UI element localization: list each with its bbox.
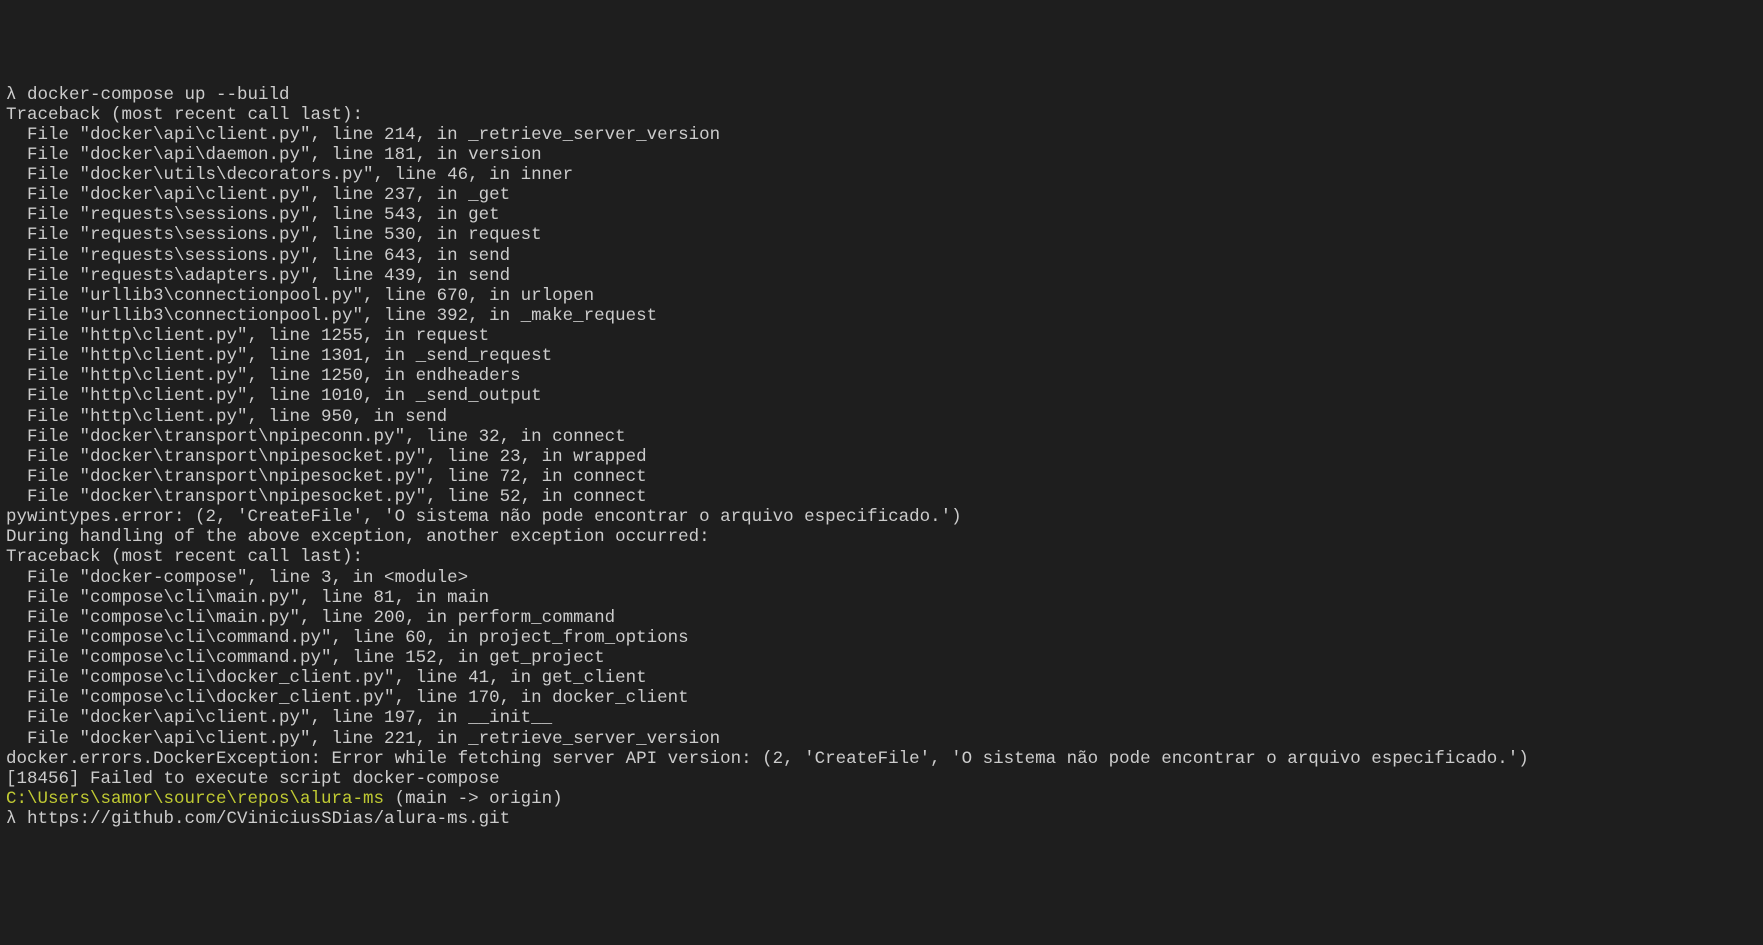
traceback-line: File "urllib3\connectionpool.py", line 3… xyxy=(6,306,1757,326)
traceback-line: File "docker\api\client.py", line 237, i… xyxy=(6,185,1757,205)
command-text: docker-compose up --build xyxy=(27,85,290,105)
traceback-line: File "docker\api\client.py", line 197, i… xyxy=(6,708,1757,728)
traceback-line: File "requests\adapters.py", line 439, i… xyxy=(6,266,1757,286)
traceback-line: File "http\client.py", line 1255, in req… xyxy=(6,326,1757,346)
traceback-line: File "compose\cli\docker_client.py", lin… xyxy=(6,668,1757,688)
traceback-line: File "docker\api\client.py", line 221, i… xyxy=(6,729,1757,749)
traceback-line: File "docker\api\daemon.py", line 181, i… xyxy=(6,145,1757,165)
exception-header: During handling of the above exception, … xyxy=(6,527,1757,547)
prompt-lambda: λ xyxy=(6,85,27,105)
traceback-line: File "requests\sessions.py", line 530, i… xyxy=(6,225,1757,245)
traceback-line: File "docker-compose", line 3, in <modul… xyxy=(6,568,1757,588)
cwd-line: C:\Users\samor\source\repos\alura-ms (ma… xyxy=(6,789,1757,809)
command-line: λ https://github.com/CViniciusSDias/alur… xyxy=(6,809,1757,829)
traceback-line: Traceback (most recent call last): xyxy=(6,105,1757,125)
traceback-line: File "http\client.py", line 950, in send xyxy=(6,407,1757,427)
traceback-line: File "urllib3\connectionpool.py", line 6… xyxy=(6,286,1757,306)
terminal-output[interactable]: λ docker-compose up --buildTraceback (mo… xyxy=(6,85,1757,830)
error-line: [18456] Failed to execute script docker-… xyxy=(6,769,1757,789)
traceback-line: File "docker\transport\npipesocket.py", … xyxy=(6,467,1757,487)
traceback-line: Traceback (most recent call last): xyxy=(6,547,1757,567)
git-branch: (main -> origin) xyxy=(384,789,563,809)
traceback-line: File "requests\sessions.py", line 643, i… xyxy=(6,246,1757,266)
traceback-line: File "http\client.py", line 1301, in _se… xyxy=(6,346,1757,366)
traceback-line: File "docker\transport\npipeconn.py", li… xyxy=(6,427,1757,447)
traceback-line: File "docker\transport\npipesocket.py", … xyxy=(6,447,1757,467)
traceback-line: File "compose\cli\docker_client.py", lin… xyxy=(6,688,1757,708)
traceback-line: File "http\client.py", line 1010, in _se… xyxy=(6,386,1757,406)
error-line: docker.errors.DockerException: Error whi… xyxy=(6,749,1757,769)
traceback-line: File "docker\api\client.py", line 214, i… xyxy=(6,125,1757,145)
traceback-line: File "compose\cli\main.py", line 200, in… xyxy=(6,608,1757,628)
command-line: λ docker-compose up --build xyxy=(6,85,1757,105)
prompt-lambda: λ xyxy=(6,809,27,829)
traceback-line: File "compose\cli\command.py", line 60, … xyxy=(6,628,1757,648)
traceback-line: File "compose\cli\main.py", line 81, in … xyxy=(6,588,1757,608)
error-line: pywintypes.error: (2, 'CreateFile', 'O s… xyxy=(6,507,1757,527)
traceback-line: File "docker\utils\decorators.py", line … xyxy=(6,165,1757,185)
traceback-line: File "http\client.py", line 1250, in end… xyxy=(6,366,1757,386)
cwd-path: C:\Users\samor\source\repos\alura-ms xyxy=(6,789,384,809)
traceback-line: File "compose\cli\command.py", line 152,… xyxy=(6,648,1757,668)
traceback-line: File "requests\sessions.py", line 543, i… xyxy=(6,205,1757,225)
command-text: https://github.com/CViniciusSDias/alura-… xyxy=(27,809,510,829)
traceback-line: File "docker\transport\npipesocket.py", … xyxy=(6,487,1757,507)
